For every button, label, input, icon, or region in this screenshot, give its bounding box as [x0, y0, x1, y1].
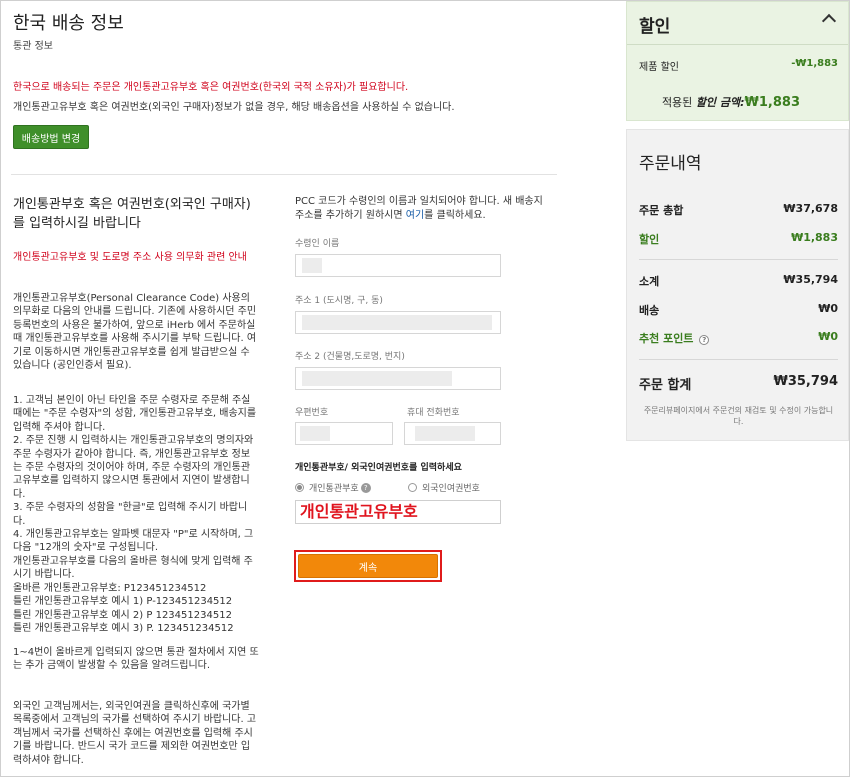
subtotal-label: 소계: [639, 275, 660, 288]
grand-total-value: ₩35,794: [773, 374, 838, 389]
order-summary-title: 주문내역: [639, 154, 702, 174]
id-entry-title: 개인통관부호/ 외국인여권번호를 입력하세요: [295, 463, 462, 473]
radio-pcc-option[interactable]: 개인통관부호 ?: [295, 481, 371, 494]
discount-row-label: 할인: [639, 233, 660, 246]
redacted-block: [415, 426, 475, 441]
discount-title: 할인: [639, 17, 671, 37]
mobile-phone-input[interactable]: [404, 422, 501, 445]
add-address-link[interactable]: 여기: [406, 210, 424, 221]
recipient-label: 수령인 이름: [295, 239, 340, 249]
postal-code-label: 우편번호: [295, 408, 329, 418]
shipping-value: ₩0: [818, 302, 838, 315]
shipping-label: 배송: [639, 304, 660, 317]
address2-label: 주소 2 (건물명,도로명, 번지): [295, 352, 405, 362]
discount-divider: [627, 44, 848, 45]
shipping-row: 배송 ₩0: [639, 302, 838, 318]
applied-discount-italic: 할인 금액:: [695, 96, 745, 109]
customs-paragraph-2: 1. 고객님 본인이 아닌 타인을 주문 수령자로 주문해 주실 때에는 "주문…: [13, 395, 257, 634]
continue-highlight: 계속: [294, 550, 442, 582]
redacted-block: [302, 315, 492, 330]
radio-pcc-label: 개인통관부호: [309, 484, 359, 494]
recipient-name-input[interactable]: [295, 254, 501, 277]
product-discount-label: 제품 할인: [639, 62, 679, 73]
product-discount-amount: -₩1,883: [791, 58, 838, 69]
radio-passport[interactable]: [408, 483, 417, 492]
customs-heading: 개인통관부호 혹은 여권번호(외국인 구매자)를 입력하시길 바랍니다: [13, 197, 251, 231]
unavailable-notice: 개인통관고유부호 혹은 여권번호(외국인 구매자)정보가 없을 경우, 해당 배…: [13, 102, 455, 113]
referral-points-text: 추천 포인트: [639, 332, 694, 345]
applied-discount-label: 적용된: [661, 96, 693, 109]
required-notice: 한국으로 배송되는 주문은 개인통관고유부호 혹은 여권번호(한국외 국적 소유…: [13, 82, 409, 93]
help-icon[interactable]: ?: [360, 482, 371, 493]
discount-row-value: ₩1,883: [791, 231, 838, 244]
grand-total-label: 주문 합계: [639, 378, 692, 393]
change-shipping-button[interactable]: 배송방법 변경: [13, 125, 89, 149]
order-summary-panel: 주문내역 주문 총합 ₩37,678 할인 ₩1,883 소계 ₩35,794 …: [626, 129, 849, 441]
section-divider: [11, 174, 557, 175]
order-divider: [639, 359, 838, 360]
applied-discount: 적용된 할인 금액:₩1,883: [662, 94, 800, 110]
radio-passport-option[interactable]: 외국인여권번호: [408, 481, 480, 494]
pcc-note-text-2: 를 클릭하세요.: [424, 210, 486, 221]
customs-paragraph-3: 1~4번이 올바르게 입력되지 않으면 통관 절차에서 지연 또는 추가 금액이…: [13, 647, 259, 672]
subtotal-value: ₩35,794: [783, 273, 838, 286]
referral-points-label: 추천 포인트 ?: [639, 330, 710, 346]
customs-paragraph-4: 외국인 고객님께서는, 외국인여권을 클릭하신후에 국가별 목록중에서 고객님의…: [13, 701, 257, 766]
address1-input[interactable]: [295, 311, 501, 334]
postal-code-input[interactable]: [295, 422, 393, 445]
applied-discount-amount: ₩1,883: [744, 95, 800, 110]
info-icon[interactable]: ?: [699, 335, 710, 345]
redacted-block: [300, 426, 330, 441]
pcc-match-note: PCC 코드가 수령인의 이름과 일치되어야 합니다. 새 배송지 주소를 추가…: [295, 195, 555, 223]
address1-label: 주소 1 (도시명, 구, 동): [295, 296, 383, 306]
review-footnote: 주문리뷰페이지에서 주문건의 재검토 및 수정이 가능합니다.: [643, 406, 834, 426]
radio-passport-label: 외국인여권번호: [422, 484, 480, 494]
order-total-value: ₩37,678: [783, 202, 838, 215]
subtotal-row: 소계 ₩35,794: [639, 273, 838, 289]
order-divider: [639, 259, 838, 260]
discount-row: 할인 ₩1,883: [639, 231, 838, 247]
discount-panel: 할인 제품 할인 -₩1,883 적용된 할인 금액:₩1,883: [626, 1, 849, 121]
radio-pcc[interactable]: [295, 483, 304, 492]
redacted-block: [302, 258, 322, 273]
referral-points-value: ₩0: [818, 330, 838, 343]
mobile-phone-label: 휴대 전화번호: [407, 408, 460, 418]
referral-points-row: 추천 포인트 ? ₩0: [639, 330, 838, 346]
customs-guide-link[interactable]: 개인통관고유부호 및 도로명 주소 사용 의무화 관련 안내: [13, 250, 249, 265]
continue-button[interactable]: 계속: [298, 554, 438, 578]
pcc-input[interactable]: 개인통관고유부호: [295, 500, 501, 524]
redacted-block: [302, 371, 452, 386]
page-subtitle: 통관 정보: [13, 41, 53, 52]
customs-paragraph-1: 개인통관고유부호(Personal Clearance Code) 사용의 의무…: [13, 293, 257, 372]
page-title: 한국 배송 정보: [13, 13, 124, 34]
chevron-up-icon[interactable]: [821, 13, 837, 29]
address2-input[interactable]: [295, 367, 501, 390]
order-total-row: 주문 총합 ₩37,678: [639, 202, 838, 218]
checkout-page: 한국 배송 정보 통관 정보 한국으로 배송되는 주문은 개인통관고유부호 혹은…: [0, 0, 850, 777]
order-total-label: 주문 총합: [639, 204, 684, 217]
grand-total-row: 주문 합계 ₩35,794: [639, 374, 838, 393]
